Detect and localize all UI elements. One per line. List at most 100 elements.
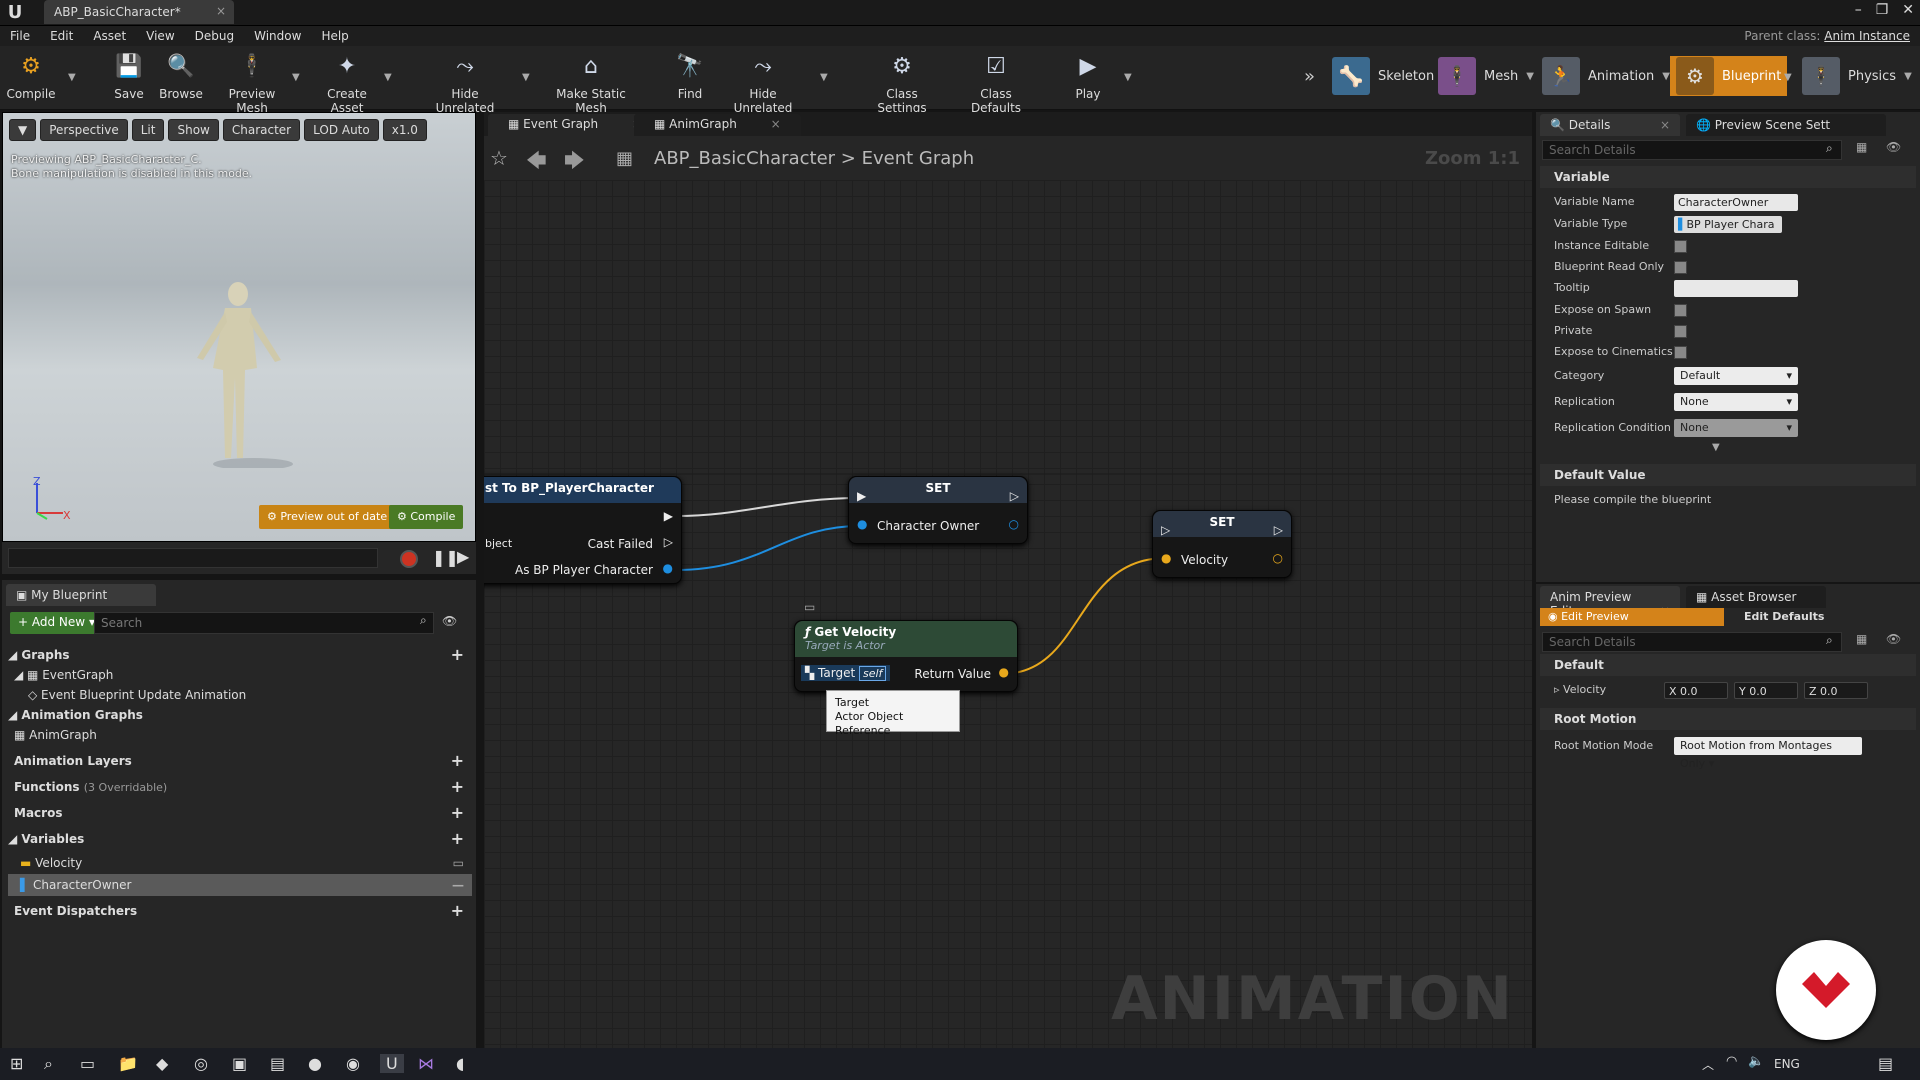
favorite-star-icon[interactable]: ☆ — [490, 146, 508, 170]
expose-on-spawn-checkbox[interactable] — [1674, 304, 1687, 317]
perspective-button[interactable]: Perspective — [40, 119, 128, 141]
play-button[interactable]: ▶ Play — [1064, 50, 1112, 106]
create-asset-button[interactable]: ✦ Create Asset — [310, 50, 384, 115]
app-icon-4[interactable]: ◉ — [346, 1054, 360, 1073]
browse-button[interactable]: 🔍 Browse — [156, 50, 206, 106]
tab-asset-browser[interactable]: ▦ Asset Browser — [1686, 586, 1826, 608]
anim-eye-icon[interactable]: 👁 — [1886, 632, 1901, 646]
details-eye-icon[interactable]: 👁 — [1886, 140, 1901, 154]
section-animation-layers[interactable]: Animation Layers + — [8, 750, 472, 772]
menu-help[interactable]: Help — [311, 29, 358, 43]
preview-mesh-dropdown-icon[interactable]: ▼ — [292, 72, 300, 83]
volume-icon[interactable]: 🔈 — [1748, 1054, 1764, 1069]
section-variable[interactable]: Variable — [1540, 166, 1916, 188]
close-tab-anim-graph-icon[interactable]: × — [771, 117, 781, 131]
section-event-dispatchers[interactable]: Event Dispatchers + — [8, 900, 472, 922]
parent-class-link[interactable]: Anim Instance — [1824, 29, 1910, 43]
hide-unrelated-2-button[interactable]: ⤳ Hide Unrelated — [720, 50, 806, 115]
tooltip-field[interactable] — [1674, 280, 1798, 297]
details-search-input[interactable]: Search Details — [1542, 140, 1842, 160]
set-2-output-pin[interactable]: ○ — [1273, 551, 1283, 565]
language-indicator[interactable]: ENG — [1774, 1057, 1800, 1071]
preview-viewport[interactable]: ▼ Perspective Lit Show Character LOD Aut… — [2, 112, 476, 542]
velocity-x-field[interactable]: X 0.0 — [1664, 682, 1728, 699]
event-item-update-animation[interactable]: ◇ Event Blueprint Update Animation — [8, 684, 472, 706]
set-1-output-pin[interactable]: ○ — [1009, 517, 1019, 531]
compile-button[interactable]: ⚙ Compile — [6, 50, 56, 106]
add-animation-layer-icon[interactable]: + — [451, 750, 464, 772]
section-animation-graphs[interactable]: ◢ Animation Graphs — [8, 704, 472, 726]
section-root-motion[interactable]: Root Motion — [1540, 708, 1916, 730]
velocity-y-field[interactable]: Y 0.0 — [1734, 682, 1798, 699]
timeline-scrubber[interactable] — [8, 548, 378, 568]
visibility-toggle-2-icon[interactable]: — — [452, 874, 464, 896]
breadcrumb-root[interactable]: ABP_BasicCharacter — [654, 148, 835, 169]
character-button[interactable]: Character — [222, 119, 301, 141]
instance-editable-checkbox[interactable] — [1674, 240, 1687, 253]
blueprint-read-only-checkbox[interactable] — [1674, 261, 1687, 274]
mode-skeleton[interactable]: 🦴 Skeleton — [1326, 56, 1440, 96]
close-details-icon[interactable]: × — [1660, 118, 1670, 132]
file-explorer-icon[interactable]: 📁 — [118, 1054, 138, 1073]
view-options-eye-icon[interactable]: 👁 — [442, 614, 457, 628]
speed-button[interactable]: x1.0 — [382, 119, 427, 141]
menu-window[interactable]: Window — [244, 29, 311, 43]
anim-grid-icon[interactable]: ▦ — [1856, 632, 1867, 646]
compile-dropdown-icon[interactable]: ▼ — [68, 72, 76, 83]
visibility-toggle-icon[interactable]: ▭ — [453, 852, 464, 874]
menu-file[interactable]: File — [0, 29, 40, 43]
expand-toolbar-icon[interactable]: » — [1304, 66, 1315, 87]
record-button[interactable] — [400, 550, 418, 568]
close-window-icon[interactable]: ✕ — [1902, 2, 1914, 22]
replication-combo[interactable]: None ▾ — [1674, 393, 1798, 411]
velocity-z-field[interactable]: Z 0.0 — [1804, 682, 1868, 699]
minimize-icon[interactable]: – — [1855, 2, 1862, 22]
hide-unrelated-2-dropdown-icon[interactable]: ▼ — [820, 72, 828, 83]
set-2-input-pin[interactable]: ● — [1161, 551, 1171, 565]
section-macros[interactable]: Macros + — [8, 802, 472, 824]
viewport-compile-button[interactable]: ⚙ Compile — [389, 505, 464, 529]
set-character-owner-node[interactable]: SET ▶ ▷ ● Character Owner ○ — [848, 476, 1028, 544]
section-functions[interactable]: Functions (3 Overridable) + — [8, 776, 472, 798]
physics-dropdown-icon[interactable]: ▼ — [1904, 71, 1912, 82]
notifications-icon[interactable]: ▤ — [1878, 1054, 1893, 1073]
set-1-exec-out-pin[interactable]: ▷ — [1010, 489, 1019, 503]
cast-failed-exec-pin[interactable]: ▷ — [664, 535, 673, 549]
play-forward-icon[interactable]: ▶ — [457, 547, 469, 566]
cast-node[interactable]: st To BP_PlayerCharacter ▶ bject Cast Fa… — [484, 476, 682, 584]
comment-bubble-icon[interactable]: ▭ — [804, 600, 815, 614]
task-view-icon[interactable]: ▭ — [80, 1054, 95, 1073]
save-button[interactable]: 💾 Save — [104, 50, 154, 106]
menu-asset[interactable]: Asset — [83, 29, 136, 43]
details-grid-icon[interactable]: ▦ — [1856, 140, 1867, 154]
return-value-pin[interactable]: ● — [999, 665, 1009, 679]
start-icon[interactable]: ⊞ — [10, 1054, 23, 1073]
class-settings-button[interactable]: ⚙ Class Settings — [860, 50, 944, 115]
as-bp-player-character-pin[interactable]: ● — [663, 561, 673, 575]
event-graph-canvas[interactable]: st To BP_PlayerCharacter ▶ bject Cast Fa… — [484, 180, 1532, 1048]
root-motion-mode-combo[interactable]: Root Motion from Montages Only ▾ — [1674, 737, 1862, 770]
variable-item-characterowner[interactable]: ▌ CharacterOwner — — [8, 874, 472, 896]
app-icon-1[interactable]: ◆ — [156, 1054, 168, 1073]
store-icon[interactable]: ▤ — [270, 1054, 285, 1073]
tab-details[interactable]: 🔍 Details × — [1540, 114, 1680, 136]
viewport-options-button[interactable]: ▼ — [9, 119, 37, 141]
menu-view[interactable]: View — [136, 29, 184, 43]
set-2-exec-out-pin[interactable]: ▷ — [1274, 523, 1283, 537]
lod-button[interactable]: LOD Auto — [304, 119, 379, 141]
variable-item-velocity[interactable]: ▬ Velocity ▭ — [8, 852, 472, 874]
show-button[interactable]: Show — [168, 119, 219, 141]
variable-name-field[interactable]: CharacterOwner — [1674, 194, 1798, 211]
get-velocity-target-pin[interactable]: ▚ Target self — [801, 665, 891, 681]
steam-icon[interactable]: ◎ — [194, 1054, 208, 1073]
mode-mesh[interactable]: 🕴 Mesh ▼ — [1432, 56, 1540, 96]
add-macro-icon[interactable]: + — [451, 802, 464, 824]
my-blueprint-tab[interactable]: ▣ My Blueprint — [6, 584, 156, 606]
class-defaults-button[interactable]: ☑ Class Defaults — [954, 50, 1038, 115]
section-default[interactable]: Default — [1540, 654, 1916, 676]
set-velocity-node[interactable]: SET ▷ ▷ ● Velocity ○ — [1152, 510, 1292, 578]
add-new-button[interactable]: + Add New ▾ — [10, 612, 103, 634]
create-asset-dropdown-icon[interactable]: ▼ — [384, 72, 392, 83]
blueprint-dropdown-icon[interactable]: ▼ — [1784, 72, 1792, 83]
restore-icon[interactable]: ❐ — [1876, 2, 1889, 22]
